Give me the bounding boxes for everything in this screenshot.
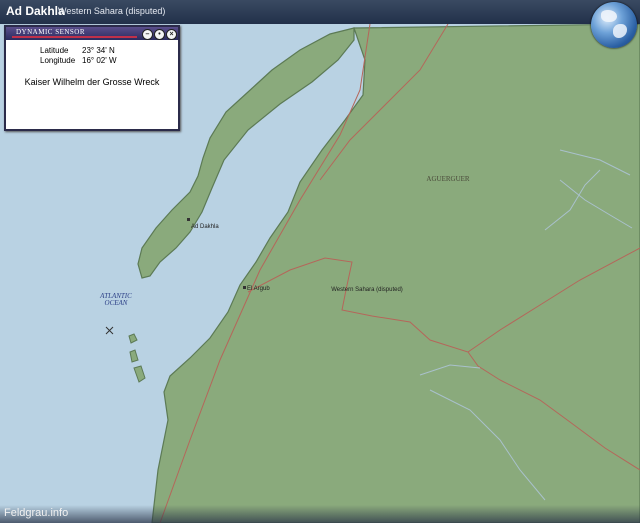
sensor-header-bar: [12, 36, 137, 38]
map-label-city: Ad Dakhla: [191, 224, 219, 230]
close-button[interactable]: ×: [166, 29, 177, 40]
sensor-title: DYNAMIC SENSOR: [16, 28, 86, 36]
latitude-label: Latitude: [40, 46, 69, 55]
latitude-value: 23° 34' N: [82, 46, 115, 55]
settings-button[interactable]: •: [154, 29, 165, 40]
map-label-area: AGUERGUER: [426, 175, 469, 183]
place-name: Ad Dakhla: [6, 4, 65, 18]
footer-bar: Feldgrau.info: [0, 505, 640, 523]
location-name: Kaiser Wilhelm der Grosse Wreck: [24, 77, 160, 87]
dynamic-sensor-panel: DYNAMIC SENSOR – • × Latitude 23° 34' N …: [4, 25, 180, 131]
map-label-town: El Argub: [247, 286, 270, 292]
brand-watermark: Feldgrau.info: [4, 507, 69, 519]
title-bar: Ad Dakhla Western Sahara (disputed): [0, 0, 640, 24]
longitude-value: 16° 02' W: [82, 56, 117, 65]
globe-icon[interactable]: [591, 2, 637, 48]
city-marker[interactable]: [187, 218, 190, 221]
sensor-header: DYNAMIC SENSOR – • ×: [6, 27, 178, 40]
region-name: Western Sahara (disputed): [58, 6, 166, 16]
minimize-button[interactable]: –: [142, 29, 153, 40]
map-label-ocean: OCEAN: [105, 299, 128, 307]
globe-land: [613, 24, 627, 38]
globe-land: [601, 10, 617, 22]
longitude-label: Longitude: [40, 56, 76, 65]
map-label-region: Western Sahara (disputed): [331, 287, 403, 293]
town-marker[interactable]: [243, 286, 246, 289]
